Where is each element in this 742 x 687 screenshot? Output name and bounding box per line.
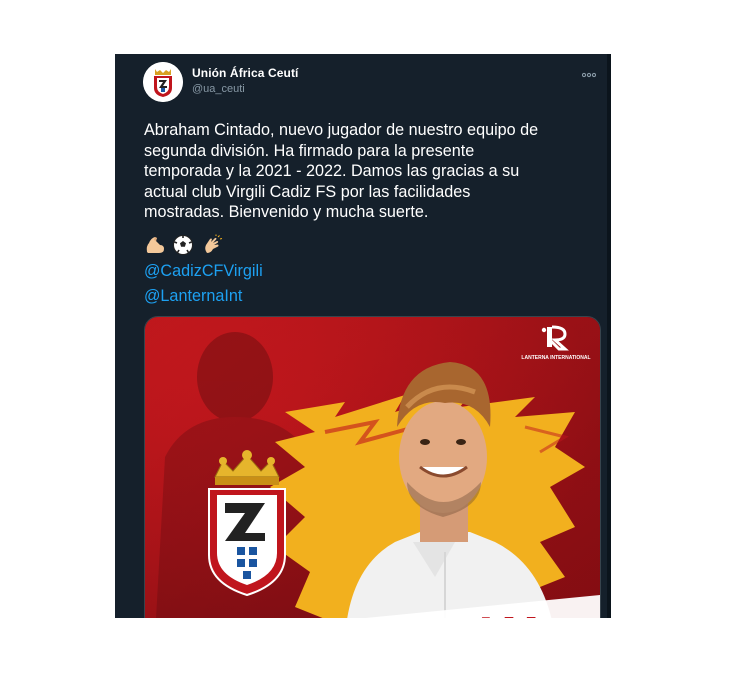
- tweet-text: Abraham Cintado, nuevo jugador de nuestr…: [144, 121, 539, 221]
- mention-link[interactable]: @LanternaInt: [144, 286, 242, 306]
- signing-announcement-graphic: LANTERNA INTERNATIONAL AM: [145, 317, 600, 618]
- sponsor-logo-text: LANTERNA INTERNATIONAL: [521, 355, 590, 361]
- tweet-card[interactable]: Unión África Ceutí @ua_ceuti Abraham Cin…: [115, 54, 611, 618]
- more-options-icon[interactable]: [581, 66, 597, 78]
- author-avatar[interactable]: [143, 62, 183, 102]
- tweet-media-image[interactable]: LANTERNA INTERNATIONAL AM: [144, 316, 601, 618]
- banner-text: AM: [470, 608, 538, 618]
- soccer-ball-icon: [172, 234, 194, 256]
- clapping-hands-icon: [201, 234, 223, 256]
- club-crest-icon: [143, 62, 183, 102]
- author-handle[interactable]: @ua_ceuti: [192, 83, 245, 95]
- author-name[interactable]: Unión África Ceutí: [192, 66, 298, 80]
- flexed-biceps-icon: [144, 234, 166, 256]
- emoji-row: [144, 234, 225, 256]
- mention-link[interactable]: @CadizCFVirgili: [144, 261, 263, 281]
- timeline-divider: [607, 54, 611, 618]
